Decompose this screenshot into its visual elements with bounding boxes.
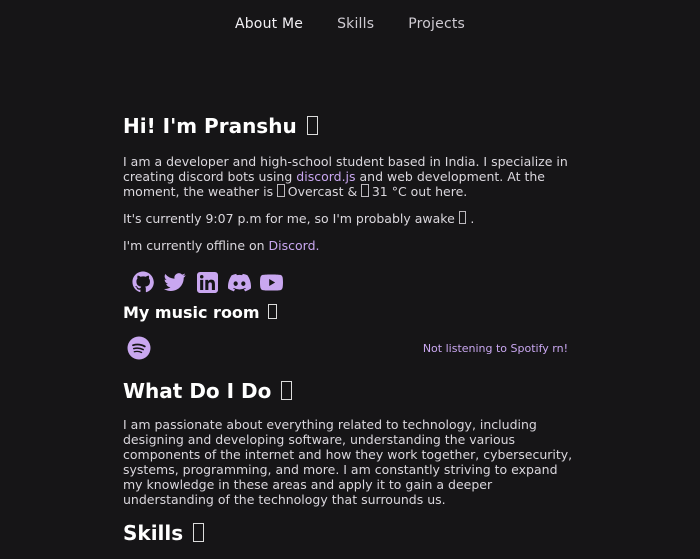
social-links [131, 267, 578, 297]
music-emoji-icon [268, 303, 278, 320]
nav-skills[interactable]: Skills [337, 16, 374, 32]
weather-emoji-icon [277, 184, 285, 197]
weather-text: Overcast & [287, 184, 358, 199]
top-nav: About Me Skills Projects [0, 16, 700, 32]
discord-status-paragraph: I'm currently offline on Discord. [123, 238, 578, 253]
what-heading: What Do I Do [123, 377, 578, 405]
discord-icon[interactable] [227, 270, 251, 294]
spotify-status: Not listening to Spotify rn! [422, 341, 568, 355]
intro-title: Hi! I'm Pranshu [123, 114, 297, 138]
skills-emoji-icon [193, 522, 205, 542]
music-heading: My music room [123, 301, 578, 325]
nav-about-me[interactable]: About Me [235, 16, 303, 32]
music-title: My music room [123, 303, 260, 322]
spotify-icon[interactable] [127, 336, 151, 360]
time-text-end: . [470, 211, 475, 226]
what-title: What Do I Do [123, 379, 272, 403]
awake-emoji-icon [458, 211, 467, 224]
wave-emoji-icon [306, 115, 318, 135]
discordjs-link[interactable]: discord.js [296, 169, 355, 184]
time-paragraph: It's currently 9:07 p.m for me, so I'm p… [123, 211, 578, 226]
thermometer-emoji-icon [361, 184, 369, 197]
github-icon[interactable] [131, 270, 155, 294]
music-player: Not listening to Spotify rn! [127, 333, 578, 363]
discord-status-text: I'm currently offline on [123, 238, 269, 253]
temperature-text: 31 °C out here. [371, 184, 468, 199]
intro-paragraph: I am a developer and high-school student… [123, 154, 578, 199]
discord-link[interactable]: Discord. [269, 238, 320, 253]
nav-projects[interactable]: Projects [408, 16, 465, 32]
linkedin-icon[interactable] [195, 270, 219, 294]
intro-heading: Hi! I'm Pranshu [123, 112, 578, 140]
what-emoji-icon [281, 380, 293, 400]
what-paragraph: I am passionate about everything related… [123, 417, 573, 507]
twitter-icon[interactable] [163, 270, 187, 294]
youtube-icon[interactable] [259, 270, 283, 294]
skills-heading: Skills [123, 519, 578, 547]
main-content: Hi! I'm Pranshu I am a developer and hig… [123, 112, 578, 559]
time-text: It's currently 9:07 p.m for me, so I'm p… [123, 211, 455, 226]
